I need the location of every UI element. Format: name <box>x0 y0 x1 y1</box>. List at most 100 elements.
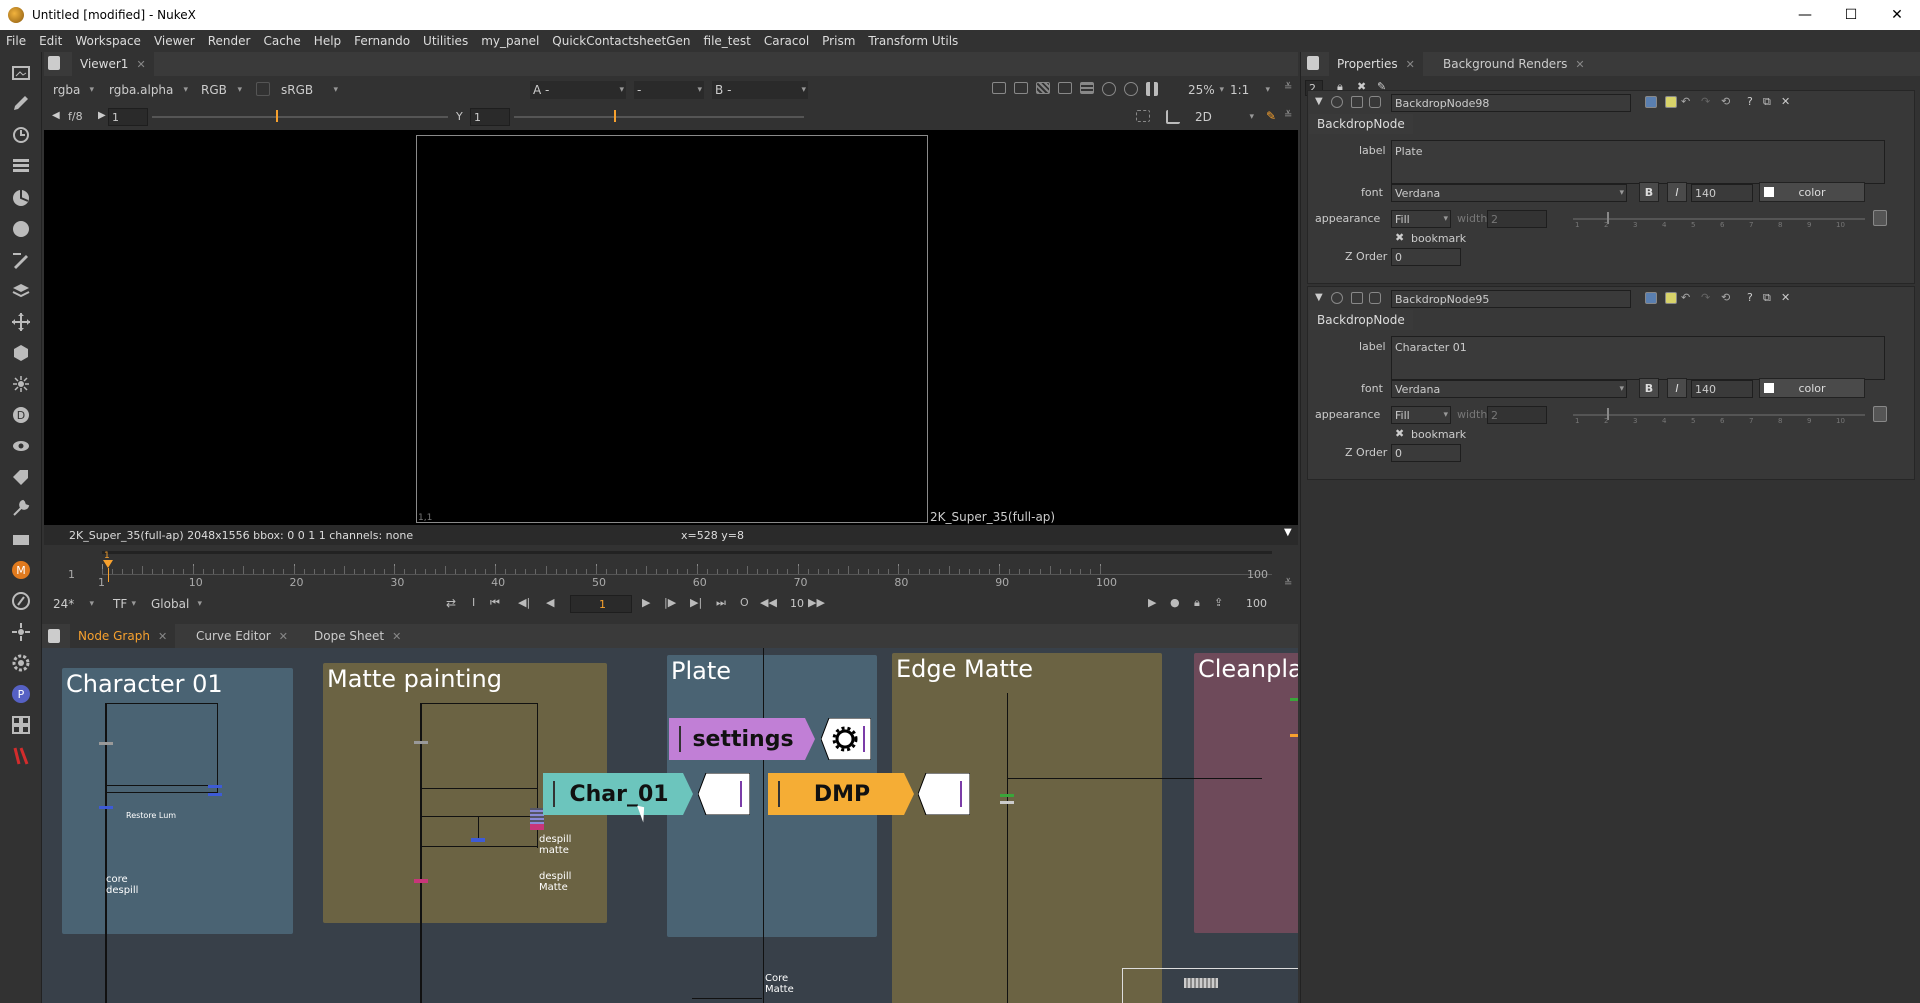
gamma-input[interactable]: 1 <box>470 108 510 126</box>
revert-icon[interactable]: ⟲ <box>1721 95 1730 108</box>
roi-icon[interactable] <box>992 82 1006 94</box>
dot-node[interactable] <box>99 806 113 809</box>
deep-nodes-icon[interactable]: D <box>10 404 32 426</box>
close-tab-icon[interactable]: ✕ <box>158 630 167 643</box>
ratio-select[interactable]: 1:1 <box>1230 81 1272 99</box>
stacked-node-marker[interactable] <box>530 824 544 830</box>
font-select[interactable]: Verdana <box>1391 184 1627 202</box>
out-point-icon[interactable]: O <box>740 596 749 609</box>
in-point-icon[interactable]: I <box>472 596 475 609</box>
node-name-icon[interactable] <box>1351 292 1363 304</box>
width-slider[interactable] <box>1573 414 1865 416</box>
width-slider[interactable] <box>1573 218 1865 220</box>
collapse-panel-icon[interactable]: ▼ <box>1315 292 1323 303</box>
paint-brush-icon[interactable]: ✎ <box>1266 109 1276 123</box>
color-button[interactable]: color <box>1759 378 1865 398</box>
appearance-select[interactable]: Fill <box>1391 210 1451 228</box>
refresh-icon[interactable] <box>1102 82 1116 96</box>
pause-icon[interactable] <box>1146 82 1158 96</box>
flipbook-icon[interactable]: ▶ <box>1148 596 1156 609</box>
dot-node[interactable] <box>1290 698 1298 701</box>
menu-quickcontactsheetgen[interactable]: QuickContactsheetGen <box>552 34 690 48</box>
node-name-field[interactable]: BackdropNode98 <box>1391 94 1631 112</box>
italic-button[interactable]: I <box>1667 378 1687 398</box>
dot-node[interactable] <box>208 785 222 788</box>
stacked-node[interactable] <box>530 808 544 824</box>
image-nodes-icon[interactable] <box>10 62 32 84</box>
menu-prism[interactable]: Prism <box>822 34 855 48</box>
color-button[interactable]: color <box>1759 182 1865 202</box>
step-increment[interactable]: 10 <box>790 597 804 610</box>
menu-utilities[interactable]: Utilities <box>423 34 468 48</box>
view-mode-select[interactable]: 2D <box>1192 108 1256 126</box>
menu-fernando[interactable]: Fernando <box>354 34 410 48</box>
tab-backdropnode[interactable]: BackdropNode <box>1309 310 1413 330</box>
close-panel-icon[interactable]: ✕ <box>1781 291 1790 304</box>
help-icon[interactable]: ? <box>1747 291 1753 304</box>
lock-range-icon[interactable]: 🔒︎ <box>1194 596 1200 610</box>
display-channel-select[interactable]: RGB <box>198 81 244 99</box>
tf-select[interactable]: TF <box>110 595 138 613</box>
toolsets-icon[interactable] <box>10 497 32 519</box>
undo-icon[interactable]: ↶ <box>1681 95 1690 108</box>
char-01-output-node[interactable] <box>697 772 751 816</box>
dot-node[interactable] <box>471 838 485 842</box>
close-button[interactable]: ✕ <box>1874 0 1920 30</box>
gain-slider[interactable] <box>152 116 448 118</box>
tile-color-icon[interactable] <box>1645 292 1657 304</box>
appearance-select[interactable]: Fill <box>1391 406 1451 424</box>
node-help-icon[interactable] <box>1369 292 1381 304</box>
stripes-icon[interactable] <box>1080 82 1094 94</box>
prev-keyframe-icon[interactable]: ◀| <box>518 596 530 609</box>
gain-input[interactable]: 1 <box>108 108 148 126</box>
alpha-select[interactable]: rgba.alpha <box>106 81 190 99</box>
backdrop-character-01[interactable]: Character 01 <box>62 668 293 934</box>
merge-nodes-icon[interactable] <box>10 280 32 302</box>
record-icon[interactable]: ● <box>1170 596 1180 609</box>
time-nodes-icon[interactable] <box>10 124 32 146</box>
dot-node[interactable] <box>1290 734 1298 737</box>
ocula-icon[interactable] <box>10 621 32 643</box>
first-frame-icon[interactable]: ⏮ <box>490 596 500 610</box>
clip-warning-icon[interactable] <box>1036 82 1050 94</box>
tile-color-icon[interactable] <box>1645 96 1657 108</box>
node-help-icon[interactable] <box>1369 96 1381 108</box>
dot-node[interactable] <box>99 742 113 745</box>
menu-file[interactable]: File <box>6 34 26 48</box>
other-nodes-icon[interactable] <box>10 528 32 550</box>
roi-toggle-icon[interactable] <box>1136 110 1150 122</box>
gain-slider-handle[interactable] <box>276 110 278 122</box>
pane-menu-icon[interactable] <box>48 56 60 70</box>
m-plugin-icon[interactable]: M <box>10 559 32 581</box>
menu-transform-utils[interactable]: Transform Utils <box>868 34 958 48</box>
center-node-icon[interactable] <box>1331 96 1343 108</box>
width-anim-icon[interactable] <box>1873 210 1887 226</box>
keyer-nodes-icon[interactable] <box>10 249 32 271</box>
backdrop-cleanplate[interactable]: Cleanplat <box>1194 653 1298 933</box>
width-input[interactable]: 2 <box>1487 406 1547 424</box>
read-node[interactable] <box>1184 978 1218 988</box>
range-scope-select[interactable]: Global <box>148 595 204 613</box>
step-back-icon[interactable]: ◀◀ <box>760 596 777 609</box>
float-panel-icon[interactable]: ⧉ <box>1763 95 1771 109</box>
close-tab-icon[interactable]: ✕ <box>1406 58 1415 71</box>
settings-tag-node[interactable]: settings <box>669 718 815 760</box>
italic-button[interactable]: I <box>1667 182 1687 202</box>
font-color-icon[interactable] <box>1665 96 1677 108</box>
font-color-icon[interactable] <box>1665 292 1677 304</box>
fstop-prev-icon[interactable]: ◀ <box>52 110 60 121</box>
color-nodes-icon[interactable] <box>10 187 32 209</box>
collapse-panel-icon[interactable]: ▼ <box>1315 96 1323 107</box>
next-frame-icon[interactable]: |▶ <box>664 596 676 609</box>
channel-nodes-icon[interactable] <box>10 155 32 177</box>
export-icon[interactable]: ⇪ <box>1214 596 1223 609</box>
current-frame-input[interactable]: 1 <box>570 595 632 613</box>
tab-backdropnode[interactable]: BackdropNode <box>1309 114 1413 134</box>
next-keyframe-icon[interactable]: ▶| <box>690 596 702 609</box>
settings-gear-node[interactable] <box>820 717 872 761</box>
revert-icon[interactable]: ⟲ <box>1721 291 1730 304</box>
menu-workspace[interactable]: Workspace <box>75 34 141 48</box>
width-input[interactable]: 2 <box>1487 210 1547 228</box>
menu-my-panel[interactable]: my_panel <box>481 34 539 48</box>
zorder-input[interactable]: 0 <box>1391 248 1461 266</box>
